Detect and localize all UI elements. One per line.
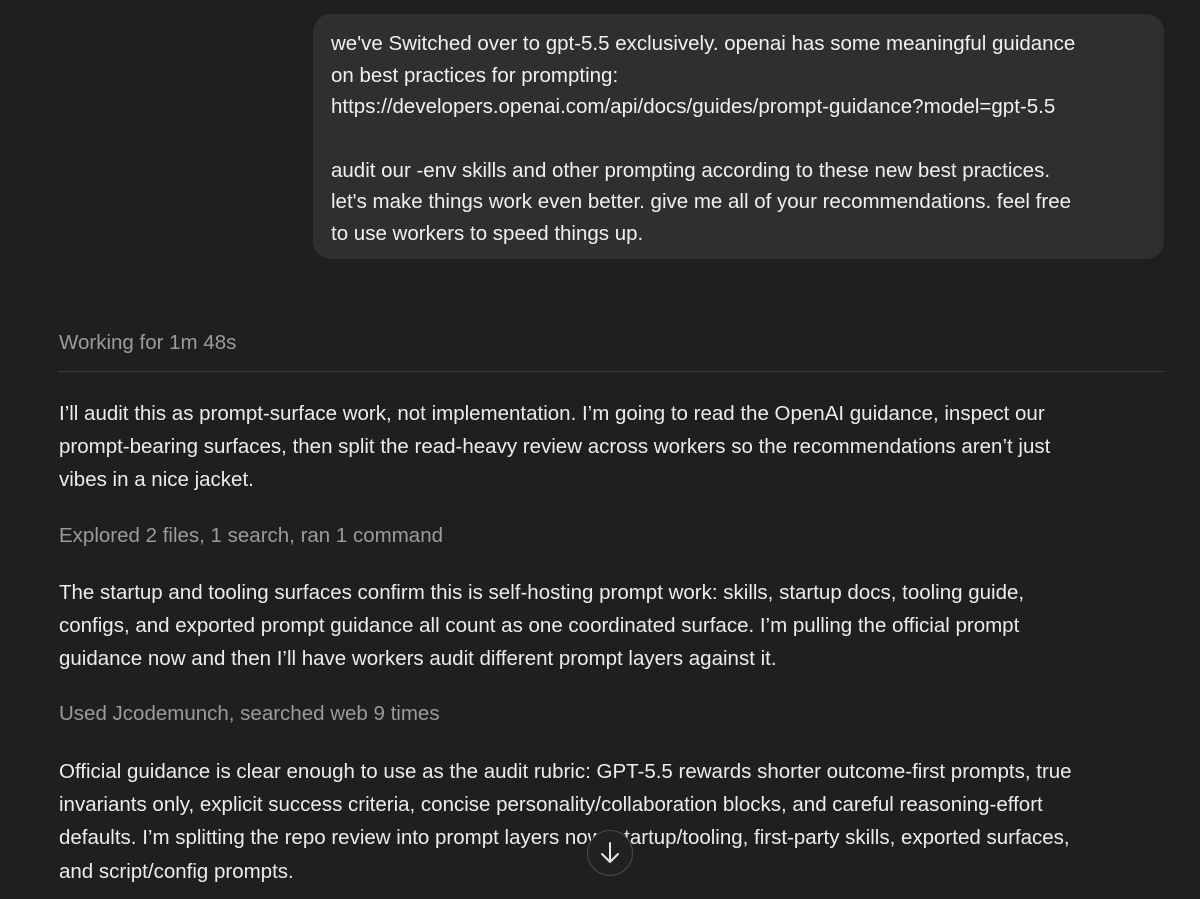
paragraph-line: configs, and exported prompt guidance al… (59, 614, 1020, 638)
user-message-line: on best practices for prompting: (331, 63, 619, 87)
paragraph-line: Official guidance is clear enough to use… (59, 760, 1072, 783)
paragraph-line: prompt-bearing surfaces, then split the … (59, 435, 1051, 459)
paragraph-line: invariants only, explicit success criter… (59, 793, 1043, 817)
user-message-line: to use workers to speed things up. (331, 222, 644, 246)
user-message-bubble: we've Switched over to gpt-5.5 exclusive… (313, 14, 1164, 259)
paragraph-line: vibes in a nice jacket. (59, 468, 254, 492)
scroll-to-bottom-button[interactable] (587, 830, 633, 876)
user-message-line: we've Switched over to gpt-5.5 exclusive… (331, 32, 1076, 55)
paragraph-line: I’ll audit this as prompt-surface work, … (59, 402, 1045, 425)
user-message-line: let's make things work even better. give… (331, 190, 1071, 214)
divider (58, 371, 1164, 372)
user-message-blank-line (331, 123, 1146, 155)
user-message-line: audit our -env skills and other promptin… (331, 158, 1051, 182)
activity-summary[interactable]: Explored 2 files, 1 search, ran 1 comman… (59, 522, 443, 550)
assistant-paragraph: The startup and tooling surfaces confirm… (59, 576, 1169, 676)
paragraph-line: The startup and tooling surfaces confirm… (59, 581, 1025, 604)
user-message-link[interactable]: https://developers.openai.com/api/docs/g… (331, 91, 1146, 123)
activity-summary[interactable]: Used Jcodemunch, searched web 9 times (59, 700, 440, 728)
arrow-down-icon (599, 841, 621, 865)
assistant-paragraph: I’ll audit this as prompt-surface work, … (59, 397, 1169, 497)
paragraph-line: guidance now and then I’ll have workers … (59, 647, 777, 671)
chat-page: we've Switched over to gpt-5.5 exclusive… (0, 0, 1200, 899)
working-status[interactable]: Working for 1m 48s (59, 329, 236, 357)
